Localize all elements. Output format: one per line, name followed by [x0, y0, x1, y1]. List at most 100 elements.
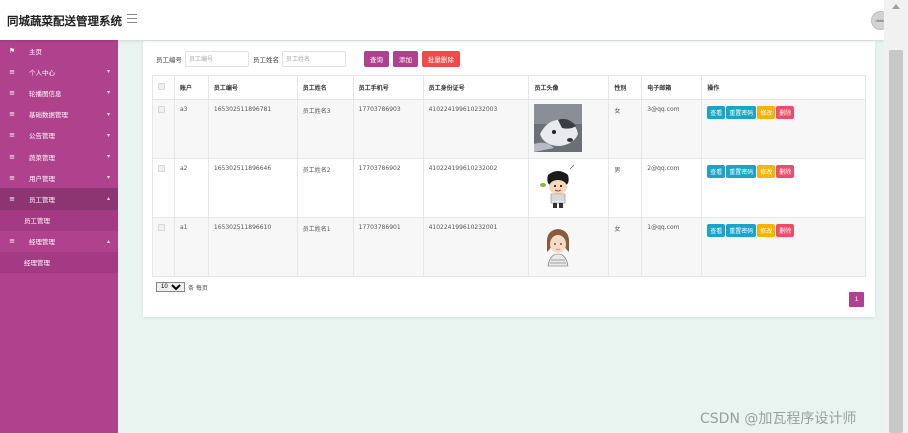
page-button-current[interactable]: 1 — [849, 292, 864, 307]
employee-no-input[interactable] — [185, 51, 249, 67]
column-header[interactable]: 电子邮箱 — [641, 75, 703, 100]
sidebar: ⚑ 主页 ≡ 个人中心 ▾ ≡ 轮播图信息 ▾ ≡ 基础数据管理 ▾ ≡ 公告管理 ▾ ≡ 蔬菜管理… — [0, 40, 118, 433]
employee-no-cell: 165302511896781 — [207, 99, 298, 159]
column-header[interactable]: 员工身份证号 — [422, 75, 530, 100]
chevron-down-icon: ▾ — [106, 89, 110, 97]
top-bar: 同城蔬菜配送管理系统 dtddd — [0, 0, 890, 40]
delete-button[interactable]: 删除 — [776, 165, 795, 178]
column-header[interactable]: 账户 — [173, 75, 209, 100]
reset-password-button[interactable]: 重置密码 — [726, 106, 757, 119]
sidebar-item-label: 经理管理 — [29, 238, 55, 247]
employee-no-cell: 165302511896610 — [207, 217, 298, 277]
view-button[interactable]: 查看 — [707, 165, 726, 178]
delete-button[interactable]: 删除 — [776, 224, 795, 237]
row-checkbox[interactable] — [158, 106, 165, 113]
sidebar-subitem-manager-management[interactable]: 经理管理 — [0, 251, 118, 274]
chevron-down-icon: ▾ — [106, 131, 110, 139]
menu-icon: ≡ — [9, 173, 15, 182]
cartoon-boy[interactable] — [534, 163, 583, 211]
employee-name-label: 员工姓名 — [253, 56, 279, 64]
id-card-cell: 410224199610232003 — [422, 99, 530, 159]
scroll-up-icon[interactable] — [892, 4, 900, 9]
scroll-thumb[interactable] — [889, 50, 903, 433]
email-cell: 1@qq.com — [641, 217, 703, 277]
cartoon-girl[interactable] — [534, 222, 583, 270]
delete-button[interactable]: 删除 — [776, 106, 795, 119]
account-cell: a3 — [173, 99, 209, 159]
sidebar-item-managers[interactable]: ≡ 经理管理 ▴ — [0, 231, 118, 252]
gender-cell: 男 — [608, 158, 643, 218]
row-actions: 查看 重置密码 修改 删除 — [707, 165, 865, 178]
page-size-label: 条 每页 — [188, 284, 208, 292]
sidebar-item-label: 个人中心 — [29, 68, 55, 77]
column-header[interactable]: 员工编号 — [207, 75, 298, 100]
sidebar-item-users[interactable]: ≡ 用户管理 ▾ — [0, 167, 118, 188]
edit-button[interactable]: 修改 — [757, 224, 776, 237]
page-size-control: 10 条 每页 — [156, 282, 208, 292]
chevron-down-icon: ▾ — [106, 174, 110, 182]
table-row: a3 165302511896781 员工姓名3 17703786903 410… — [152, 99, 866, 159]
menu-icon: ≡ — [9, 67, 15, 76]
table-row: a1 165302511896610 员工姓名1 17703786901 410… — [152, 217, 866, 277]
menu-toggle-icon[interactable] — [127, 14, 137, 23]
edit-button[interactable]: 修改 — [757, 106, 776, 119]
id-card-cell: 410224199610232001 — [422, 217, 530, 277]
vertical-scrollbar[interactable] — [884, 0, 908, 433]
sidebar-item-personal-center[interactable]: ≡ 个人中心 ▾ — [0, 61, 118, 82]
gender-cell: 女 — [608, 217, 643, 277]
menu-icon: ≡ — [9, 152, 15, 161]
sidebar-item-basic-data[interactable]: ≡ 基础数据管理 ▾ — [0, 104, 118, 125]
search-bar: 员工编号 员工姓名 查询 添加 批量删除 — [156, 51, 464, 67]
sidebar-item-label: 蔬菜管理 — [29, 153, 55, 162]
row-select-cell — [152, 217, 175, 277]
phone-cell: 17703786902 — [352, 158, 424, 218]
phone-cell: 17703786901 — [352, 217, 424, 277]
batch-delete-button[interactable]: 批量删除 — [422, 51, 460, 67]
account-cell: a2 — [173, 158, 209, 218]
menu-icon: ≡ — [9, 110, 15, 119]
menu-icon: ≡ — [9, 88, 15, 97]
app-title: 同城蔬菜配送管理系统 — [7, 14, 122, 28]
select-all-cell — [152, 75, 175, 100]
row-checkbox[interactable] — [158, 224, 165, 231]
avatar-cell — [528, 158, 610, 218]
actions-cell: 查看 重置密码 修改 删除 — [701, 99, 866, 159]
flag-icon: ⚑ — [8, 46, 16, 55]
column-header[interactable]: 员工姓名 — [296, 75, 354, 100]
view-button[interactable]: 查看 — [707, 224, 726, 237]
employee-name-cell: 员工姓名2 — [296, 158, 354, 218]
select-all-checkbox[interactable] — [158, 83, 165, 90]
husky-photo[interactable] — [534, 104, 583, 152]
sidebar-item-home[interactable]: ⚑ 主页 — [0, 40, 118, 61]
chevron-down-icon: ▾ — [106, 68, 110, 76]
gender-cell: 女 — [608, 99, 643, 159]
query-button[interactable]: 查询 — [364, 51, 389, 67]
employee-table: 账户 员工编号 员工姓名 员工手机号 员工身份证号 员工头像 性别 电子邮箱 操… — [152, 75, 866, 277]
account-cell: a1 — [173, 217, 209, 277]
row-checkbox[interactable] — [158, 165, 165, 172]
actions-cell: 查看 重置密码 修改 删除 — [701, 158, 866, 218]
employee-no-cell: 165302511896646 — [207, 158, 298, 218]
edit-button[interactable]: 修改 — [757, 165, 776, 178]
reset-password-button[interactable]: 重置密码 — [726, 224, 757, 237]
menu-icon: ≡ — [9, 237, 15, 246]
column-header[interactable]: 员工手机号 — [352, 75, 424, 100]
sidebar-item-vegetables[interactable]: ≡ 蔬菜管理 ▾ — [0, 146, 118, 167]
sidebar-item-carousel[interactable]: ≡ 轮播图信息 ▾ — [0, 82, 118, 103]
add-button[interactable]: 添加 — [393, 51, 418, 67]
page-size-select[interactable]: 10 — [156, 282, 185, 292]
reset-password-button[interactable]: 重置密码 — [726, 165, 757, 178]
employee-name-cell: 员工姓名1 — [296, 217, 354, 277]
column-header[interactable]: 性别 — [608, 75, 643, 100]
table-header-row: 账户 员工编号 员工姓名 员工手机号 员工身份证号 员工头像 性别 电子邮箱 操… — [152, 75, 866, 100]
sidebar-item-label: 基础数据管理 — [29, 111, 68, 120]
id-card-cell: 410224199610232002 — [422, 158, 530, 218]
sidebar-subitem-employee-management[interactable]: 员工管理 — [0, 209, 118, 231]
sidebar-item-employees[interactable]: ≡ 员工管理 ▴ — [0, 188, 118, 210]
email-cell: 3@qq.com — [641, 99, 703, 159]
employee-name-input[interactable] — [282, 51, 346, 67]
column-header: 操作 — [701, 75, 866, 100]
sidebar-item-notice[interactable]: ≡ 公告管理 ▾ — [0, 125, 118, 146]
view-button[interactable]: 查看 — [707, 106, 726, 119]
sidebar-item-label: 轮播图信息 — [29, 89, 62, 98]
